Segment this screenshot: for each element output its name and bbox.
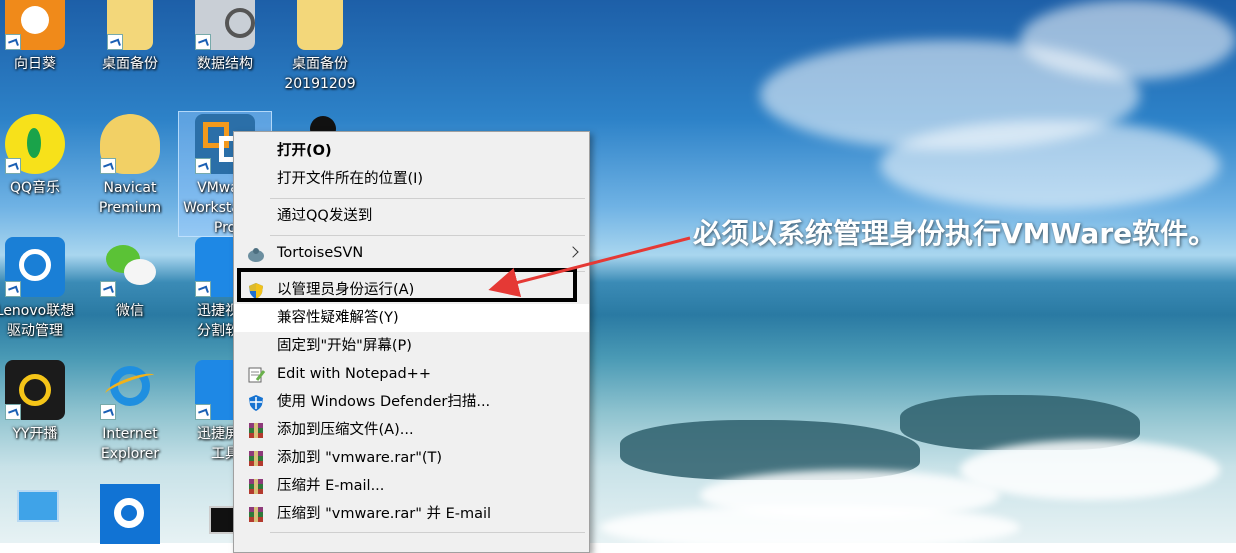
annotation-text: 必须以系统管理身份执行VMWare软件。 [693, 217, 1217, 250]
annotation-arrow-icon [488, 236, 691, 298]
